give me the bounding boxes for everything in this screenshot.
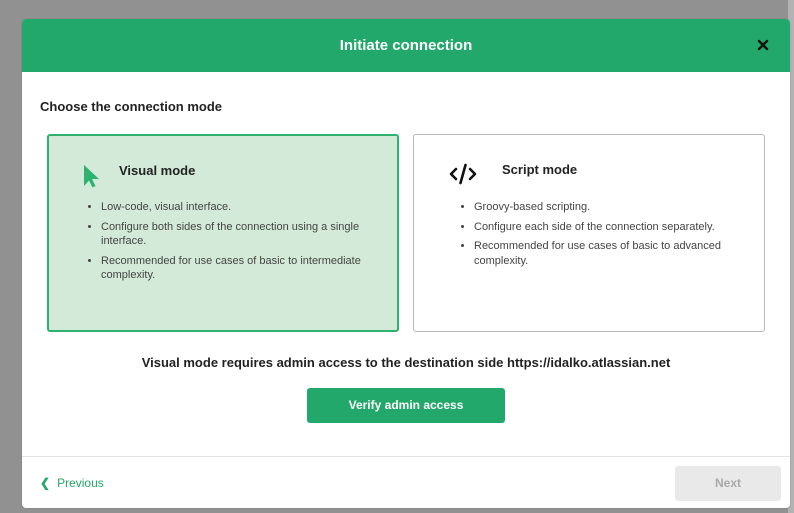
script-mode-card[interactable]: Script mode Groovy-based scripting. Conf… xyxy=(413,134,765,332)
next-button[interactable]: Next xyxy=(675,466,781,501)
modal-header: Initiate connection xyxy=(22,19,790,72)
list-item: Low-code, visual interface. xyxy=(101,200,391,215)
script-mode-bullets: Groovy-based scripting. Configure each s… xyxy=(458,200,744,273)
cursor-arrow-icon xyxy=(82,164,100,193)
list-item: Configure both sides of the connection u… xyxy=(101,220,391,249)
previous-button[interactable]: ❮ Previous xyxy=(40,476,104,490)
footer-divider xyxy=(22,456,790,457)
list-item: Recommended for use cases of basic to in… xyxy=(101,254,391,283)
list-item: Recommended for use cases of basic to ad… xyxy=(474,239,744,268)
visual-mode-card[interactable]: Visual mode Low-code, visual interface. … xyxy=(47,134,399,332)
visual-mode-bullets: Low-code, visual interface. Configure bo… xyxy=(85,200,391,288)
list-item: Groovy-based scripting. xyxy=(474,200,744,215)
admin-access-notice: Visual mode requires admin access to the… xyxy=(141,355,671,370)
initiate-connection-modal: Initiate connection Choose the connectio… xyxy=(22,19,790,508)
code-icon xyxy=(449,163,477,190)
visual-mode-title: Visual mode xyxy=(119,163,196,178)
script-mode-title: Script mode xyxy=(502,162,578,177)
list-item: Configure each side of the connection se… xyxy=(474,220,744,235)
section-title: Choose the connection mode xyxy=(40,99,223,114)
close-icon[interactable] xyxy=(754,36,772,54)
chevron-left-icon: ❮ xyxy=(40,476,51,490)
verify-admin-access-button[interactable]: Verify admin access xyxy=(307,388,505,423)
previous-label: Previous xyxy=(57,476,104,490)
modal-title: Initiate connection xyxy=(339,37,473,54)
